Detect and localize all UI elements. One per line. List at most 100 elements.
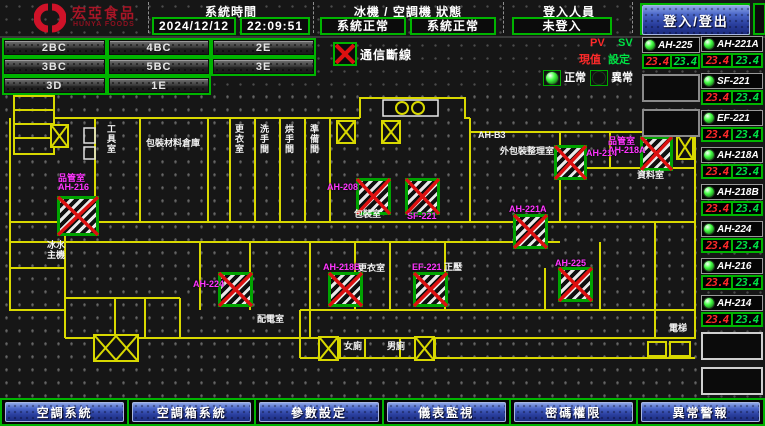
unit-pv-value: 23.4 <box>702 91 732 104</box>
unit-sv-value: 23.4 <box>732 128 762 141</box>
fan-unit-icon <box>383 100 438 116</box>
unit-block-ah-221a[interactable]: AH-221A 23.4 23.4 <box>701 36 763 68</box>
sv-label: SV <box>618 37 633 49</box>
unit-name: AH-225 <box>658 40 692 51</box>
unit-pv-value: 23.4 <box>702 54 732 67</box>
ahu-disconnected-icon[interactable] <box>328 272 363 307</box>
ahu-disconnected-icon[interactable] <box>413 272 448 307</box>
unit-pv-value: 23.4 <box>702 313 732 326</box>
ahu-unit-label: AH-218B <box>323 263 361 272</box>
unit-block-ef-221[interactable]: EF-221 23.4 23.4 <box>701 110 763 142</box>
nav-button-儀表監視[interactable]: 儀表監視 <box>387 402 506 422</box>
unit-block-ah-218a[interactable]: AH-218A 23.4 23.4 <box>701 147 763 179</box>
unit-status-led-icon <box>644 39 656 51</box>
room-label: 包裝材料倉庫 <box>146 138 200 148</box>
nav-button-參數設定[interactable]: 參數設定 <box>259 402 378 422</box>
ahu-unit-label: AH-225 <box>555 259 586 268</box>
red-x-icon <box>329 273 362 306</box>
login-button-frame: 登入/登出 <box>640 3 750 35</box>
room-label: 資料室 <box>637 170 664 180</box>
logo-text: 宏亞食品 <box>72 6 136 20</box>
hmi-screen: 宏亞食品 HUNYA FOODS 系統時間 2024/12/12 22:09:5… <box>0 0 765 426</box>
abnormal-led-icon <box>590 70 608 86</box>
comm-loss-x-icon <box>333 42 357 66</box>
red-x-icon <box>559 268 592 301</box>
edge-button-fragment[interactable] <box>753 3 765 35</box>
unit-name: AH-218A <box>717 150 759 161</box>
normal-legend-label: 正常 <box>564 72 586 84</box>
unit-sv-value: 23.4 <box>732 54 762 67</box>
stair-door-icon <box>336 120 356 144</box>
nav-segment: 密碼權限 <box>509 398 638 426</box>
unit-name: AH-224 <box>717 224 751 235</box>
room-label: 準備間 <box>309 124 319 154</box>
unit-pv-value: 23.4 <box>702 276 732 289</box>
unit-block-ah-214[interactable]: AH-214 23.4 23.4 <box>701 295 763 327</box>
ahu-disconnected-icon[interactable] <box>558 267 593 302</box>
ahu-unit-label: 品管室 AH-216 <box>58 174 89 192</box>
floor-button-4bc[interactable]: 4BC <box>110 41 209 54</box>
floor-button-2bc[interactable]: 2BC <box>5 41 104 54</box>
room-label: 冰水 主機 <box>47 240 65 260</box>
time-field: 22:09:51 <box>240 17 310 35</box>
room-label: AH-B3 <box>478 130 506 140</box>
unit-name: AH-216 <box>717 261 751 272</box>
empty-unit-slot <box>701 332 763 360</box>
unit-column-right: AH-221A 23.4 23.4 SF-221 23.4 23.4 EF-22… <box>701 36 763 402</box>
red-x-icon <box>414 273 447 306</box>
floor-button-3e[interactable]: 3E <box>214 60 313 73</box>
nav-segment: 異常警報 <box>636 398 765 426</box>
unit-sv-value: 23.4 <box>732 165 762 178</box>
door-x-icon <box>338 122 354 142</box>
floor-button-grid: 2BC 4BC 2E 3BC 5BC 3E 3D 1E <box>2 38 316 95</box>
floor-button-cell: 5BC <box>107 57 212 76</box>
unit-pv-value: 23.4 <box>702 128 732 141</box>
room-label: 女廁 <box>344 341 362 351</box>
sv-sub-label: 設定 <box>608 51 630 67</box>
unit-block-ah-225[interactable]: AH-225 23.4 23.4 <box>642 37 700 69</box>
room-label: 烘手間 <box>284 124 294 154</box>
ahu-disconnected-icon[interactable] <box>57 196 99 236</box>
header-separator <box>148 2 149 33</box>
ahu-disconnected-icon[interactable] <box>218 272 253 307</box>
ahu-unit-label: EF-221 <box>412 263 442 272</box>
floor-button-3bc[interactable]: 3BC <box>5 60 104 73</box>
unit-column-left: AH-225 23.4 23.4 <box>642 37 700 144</box>
empty-unit-slot <box>642 74 700 102</box>
red-x-icon <box>406 179 439 214</box>
ahu-disconnected-icon[interactable] <box>554 145 587 180</box>
room-label: 電梯 <box>669 323 687 333</box>
ahu-unit-label: AH-224 <box>193 280 224 289</box>
floor-button-2e[interactable]: 2E <box>214 41 313 54</box>
room-label: 配電室 <box>257 314 284 324</box>
room-label: 洗手間 <box>259 124 269 154</box>
login-logout-button[interactable]: 登入/登出 <box>642 5 750 35</box>
floor-button-5bc[interactable]: 5BC <box>110 60 209 73</box>
unit-block-sf-221[interactable]: SF-221 23.4 23.4 <box>701 73 763 105</box>
unit-block-ah-216[interactable]: AH-216 23.4 23.4 <box>701 258 763 290</box>
unit-status-led-icon <box>703 186 715 198</box>
unit-name: SF-221 <box>717 76 750 87</box>
unit-block-ah-218b[interactable]: AH-218B 23.4 23.4 <box>701 184 763 216</box>
nav-button-空調系統[interactable]: 空調系統 <box>5 402 124 422</box>
ahu-disconnected-icon[interactable] <box>513 214 548 249</box>
red-x-icon <box>58 197 98 235</box>
unit-name: AH-214 <box>717 298 751 309</box>
bottom-nav-bar: 空調系統 空調箱系統 參數設定 儀表監視 密碼權限 異常警報 <box>0 398 765 426</box>
pv-sub-label: 現值 <box>579 51 601 67</box>
nav-button-異常警報[interactable]: 異常警報 <box>641 402 760 422</box>
stair-door-icon <box>318 336 339 361</box>
nav-button-空調箱系統[interactable]: 空調箱系統 <box>132 402 251 422</box>
unit-name: AH-221A <box>717 39 759 50</box>
stair-door-icon <box>93 334 139 362</box>
unit-pv-value: 23.4 <box>702 202 732 215</box>
ahu-unit-label: SF-221 <box>407 212 437 221</box>
nav-button-密碼權限[interactable]: 密碼權限 <box>514 402 633 422</box>
unit-sv-value: 23.4 <box>732 239 762 252</box>
ahu-disconnected-icon[interactable] <box>405 178 440 215</box>
unit-block-ah-224[interactable]: AH-224 23.4 23.4 <box>701 221 763 253</box>
unit-status-led-icon <box>703 75 715 87</box>
normal-led-icon <box>543 70 561 86</box>
floor-button-cell: 3BC <box>2 57 107 76</box>
header-separator <box>632 2 633 33</box>
